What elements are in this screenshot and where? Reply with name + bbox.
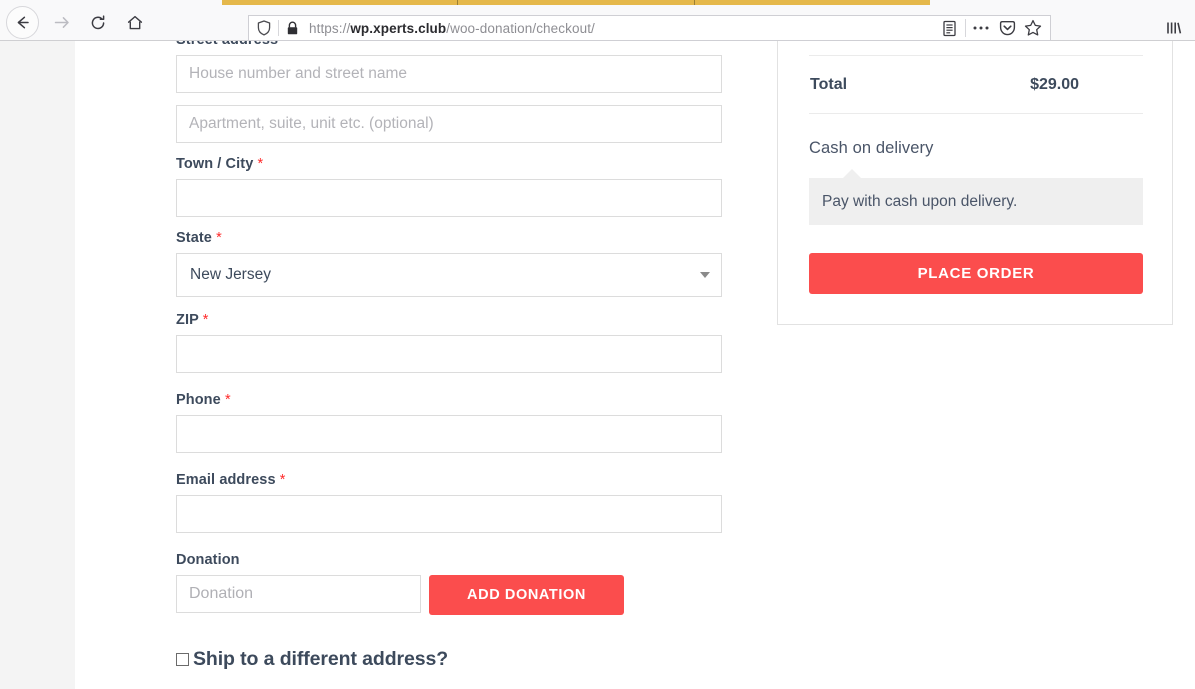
state-field-group: State * New Jersey: [176, 230, 722, 297]
url-bar-actions: [935, 16, 1050, 40]
required-marker: *: [279, 472, 286, 488]
page-left-gutter: [0, 41, 75, 689]
city-label: Town / City *: [176, 156, 722, 172]
forward-button[interactable]: [46, 8, 76, 38]
navigation-toolbar: https://wp.xperts.club/woo-donation/chec…: [0, 5, 1195, 41]
pocket-icon[interactable]: [994, 16, 1020, 40]
state-label: State *: [176, 230, 722, 246]
payment-description-wrapper: Pay with cash upon delivery.: [809, 169, 1143, 225]
state-selected-value: New Jersey: [190, 266, 271, 283]
forward-arrow-icon: [54, 17, 69, 28]
browser-chrome: https://wp.xperts.club/woo-donation/chec…: [0, 0, 1195, 41]
address-bar[interactable]: https://wp.xperts.club/woo-donation/chec…: [248, 15, 1051, 41]
reader-mode-icon[interactable]: [935, 16, 963, 40]
phone-field-group: Phone *: [176, 392, 722, 453]
order-summary-panel: Total $29.00 Cash on delivery Pay with c…: [777, 41, 1173, 325]
page-content: Street address Town / City * State * New…: [75, 41, 1195, 689]
page-viewport: Street address Town / City * State * New…: [0, 41, 1195, 689]
ship-to-different-address-checkbox[interactable]: [176, 653, 189, 666]
street-address-label: Street address: [176, 41, 722, 48]
city-label-text: Town / City: [176, 156, 254, 172]
email-label: Email address *: [176, 472, 722, 488]
zip-label-text: ZIP: [176, 312, 199, 328]
ellipsis-icon[interactable]: [968, 16, 994, 40]
place-order-button[interactable]: PLACE ORDER: [809, 253, 1143, 294]
url-host: wp.xperts.club: [350, 20, 447, 36]
state-select[interactable]: New Jersey: [176, 253, 722, 297]
order-total-row: Total $29.00: [809, 56, 1141, 113]
payment-description-text: Pay with cash upon delivery.: [822, 192, 1018, 210]
summary-divider-bottom: [809, 113, 1143, 114]
url-path: /woo-donation/checkout/: [446, 20, 595, 36]
state-label-text: State: [176, 230, 212, 246]
ship-to-different-address-row[interactable]: Ship to a different address?: [176, 648, 722, 671]
ship-to-different-address-label: Ship to a different address?: [193, 648, 449, 670]
star-icon[interactable]: [1020, 16, 1046, 40]
donation-input[interactable]: [176, 575, 421, 613]
reload-icon: [91, 14, 105, 29]
phone-input[interactable]: [176, 415, 722, 453]
reload-button[interactable]: [83, 8, 113, 38]
street-address-field-group: Street address: [176, 41, 722, 93]
phone-label-text: Phone: [176, 392, 221, 408]
url-scheme: https://: [309, 20, 351, 36]
url-text: https://wp.xperts.club/woo-donation/chec…: [309, 21, 595, 36]
library-icon[interactable]: [1161, 16, 1187, 40]
street-address-line2-group: [176, 105, 722, 143]
donation-row: ADD DONATION: [176, 575, 722, 615]
lock-icon[interactable]: [286, 21, 299, 36]
city-field-group: Town / City *: [176, 156, 722, 217]
url-actions-divider: [965, 19, 966, 37]
street-address-line2-input[interactable]: [176, 105, 722, 143]
zip-input[interactable]: [176, 335, 722, 373]
zip-label: ZIP *: [176, 312, 722, 328]
street-address-line1-input[interactable]: [176, 55, 722, 93]
order-total-value: $29.00: [1030, 75, 1079, 93]
required-marker: *: [257, 156, 264, 172]
zip-field-group: ZIP *: [176, 312, 722, 373]
order-total-label: Total: [810, 75, 848, 93]
donation-label: Donation: [176, 552, 240, 568]
payment-box-arrow: [842, 169, 862, 179]
city-input[interactable]: [176, 179, 722, 217]
donation-field-group: Donation ADD DONATION: [176, 552, 722, 615]
checkout-billing-form: Street address Town / City * State * New…: [176, 41, 722, 689]
shield-icon[interactable]: [257, 20, 271, 36]
home-button[interactable]: [120, 8, 150, 38]
phone-label: Phone *: [176, 392, 722, 408]
required-marker: *: [216, 230, 222, 246]
chevron-down-icon[interactable]: [700, 272, 710, 278]
email-input[interactable]: [176, 495, 722, 533]
url-divider: [278, 20, 279, 36]
back-button[interactable]: [6, 6, 39, 39]
required-marker: *: [224, 392, 231, 408]
required-marker: *: [202, 312, 209, 328]
back-arrow-icon: [17, 16, 29, 29]
state-select-wrapper: New Jersey: [176, 253, 722, 297]
home-icon: [127, 15, 143, 29]
payment-description-box: Pay with cash upon delivery.: [809, 178, 1143, 225]
email-label-text: Email address: [176, 472, 276, 488]
payment-method-cash-on-delivery[interactable]: Cash on delivery: [809, 139, 1141, 158]
add-donation-button[interactable]: ADD DONATION: [429, 575, 624, 615]
email-field-group: Email address *: [176, 472, 722, 533]
